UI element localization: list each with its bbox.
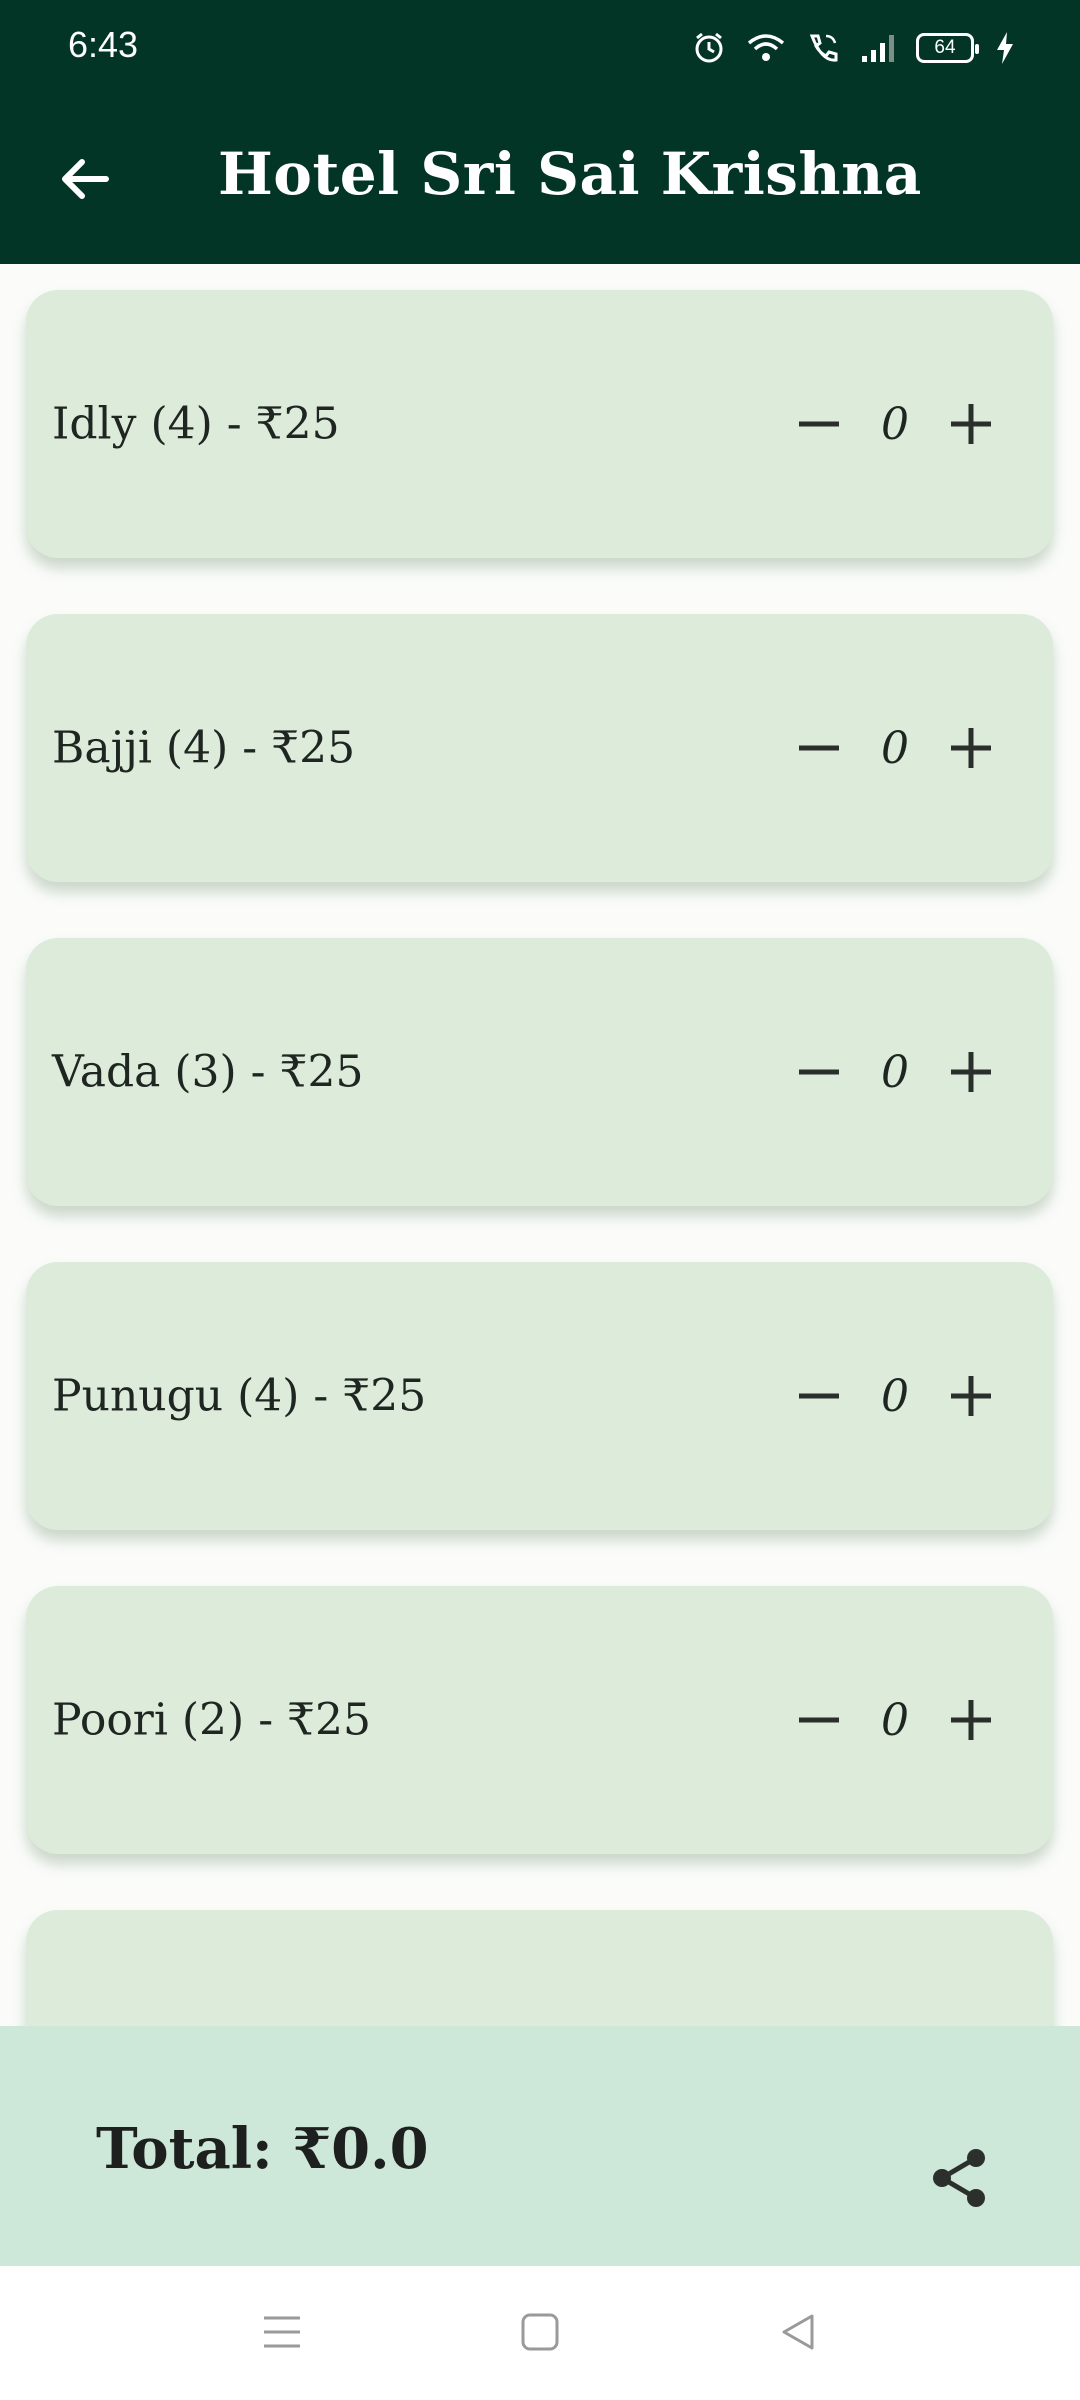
decrement-button[interactable]	[785, 1038, 853, 1106]
menu-item-card: Idly (4) - ₹25 0	[26, 290, 1053, 558]
minus-icon	[799, 745, 839, 751]
menu-item-card: Bajji (4) - ₹25 0	[26, 614, 1053, 882]
quantity-stepper: 0	[785, 714, 1005, 782]
arrow-left-icon	[62, 159, 109, 199]
menu-item-label: Vada (3) - ₹25	[52, 1046, 364, 1098]
wifi-icon	[746, 31, 786, 65]
increment-button[interactable]	[937, 714, 1005, 782]
menu-lines-icon	[264, 2316, 300, 2348]
menu-item-label: Punugu (4) - ₹25	[52, 1370, 427, 1422]
quantity-value: 0	[881, 1046, 909, 1098]
total-bar: Total: ₹0.0	[0, 2026, 1080, 2266]
quantity-stepper: 0	[785, 1686, 1005, 1754]
square-icon	[521, 2313, 559, 2351]
minus-icon	[799, 1393, 839, 1399]
status-bar: 6:43 64	[0, 0, 1080, 96]
minus-icon	[799, 421, 839, 427]
increment-button[interactable]	[937, 1686, 1005, 1754]
plus-icon	[951, 1700, 991, 1740]
system-nav-bar	[0, 2266, 1080, 2400]
quantity-stepper: 0	[785, 1362, 1005, 1430]
share-icon	[933, 2149, 985, 2207]
menu-item-card: Poori (2) - ₹25 0	[26, 1586, 1053, 1854]
increment-button[interactable]	[937, 1038, 1005, 1106]
decrement-button[interactable]	[785, 390, 853, 458]
app-header: 6:43 64 Hotel Sri Sai Krishna	[0, 0, 1080, 264]
increment-button[interactable]	[937, 390, 1005, 458]
recent-apps-button[interactable]	[246, 2296, 318, 2368]
minus-icon	[799, 1069, 839, 1075]
back-button[interactable]	[50, 144, 120, 214]
menu-item-card: Punugu (4) - ₹25 0	[26, 1262, 1053, 1530]
quantity-value: 0	[881, 1370, 909, 1422]
increment-button[interactable]	[937, 1362, 1005, 1430]
quantity-value: 0	[881, 398, 909, 450]
battery-icon: 64	[916, 33, 979, 63]
home-button[interactable]	[504, 2296, 576, 2368]
menu-item-label: Idly (4) - ₹25	[52, 398, 340, 450]
share-button[interactable]	[918, 2136, 1002, 2220]
decrement-button[interactable]	[785, 1362, 853, 1430]
status-time: 6:43	[68, 24, 139, 65]
charging-icon	[994, 31, 1016, 65]
menu-list[interactable]: Idly (4) - ₹25 0 Bajji (4) - ₹25 0 Vada …	[0, 264, 1080, 2026]
status-icons: 64	[692, 28, 1016, 68]
minus-icon	[799, 1717, 839, 1723]
signal-icon	[860, 32, 896, 64]
quantity-stepper: 0	[785, 390, 1005, 458]
total-amount: Total: ₹0.0	[96, 2116, 429, 2182]
page-title: Hotel Sri Sai Krishna	[218, 140, 922, 208]
plus-icon	[951, 1376, 991, 1416]
menu-item-label: Bajji (4) - ₹25	[52, 722, 356, 774]
decrement-button[interactable]	[785, 1686, 853, 1754]
triangle-back-icon	[782, 2314, 814, 2350]
menu-item-card: Vada (3) - ₹25 0	[26, 938, 1053, 1206]
quantity-value: 0	[881, 722, 909, 774]
menu-item-card-partial	[26, 1910, 1053, 2026]
plus-icon	[951, 1052, 991, 1092]
quantity-value: 0	[881, 1694, 909, 1746]
plus-icon	[951, 404, 991, 444]
plus-icon	[951, 728, 991, 768]
menu-item-label: Poori (2) - ₹25	[52, 1694, 372, 1746]
wifi-calling-icon	[806, 31, 840, 65]
decrement-button[interactable]	[785, 714, 853, 782]
system-back-button[interactable]	[762, 2296, 834, 2368]
alarm-icon	[692, 31, 726, 65]
quantity-stepper: 0	[785, 1038, 1005, 1106]
